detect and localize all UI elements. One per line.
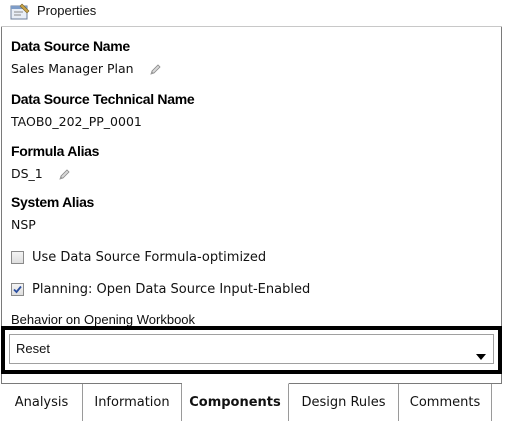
- properties-icon: [9, 2, 31, 22]
- data-source-name-value: Sales Manager Plan: [11, 61, 134, 76]
- system-alias-label: System Alias: [11, 194, 95, 210]
- behavior-dropdown-value: Reset: [16, 341, 50, 356]
- formula-alias-row: DS_1: [11, 166, 71, 182]
- checkmark-icon: [13, 285, 22, 294]
- input-enabled-checkbox-row[interactable]: Planning: Open Data Source Input-Enabled: [11, 282, 310, 297]
- input-enabled-label: Planning: Open Data Source Input-Enabled: [32, 282, 311, 297]
- tab-information[interactable]: Information: [83, 384, 182, 421]
- tab-design-rules[interactable]: Design Rules: [289, 384, 399, 421]
- input-enabled-checkbox[interactable]: [11, 283, 24, 296]
- behavior-dropdown[interactable]: Reset: [9, 334, 494, 364]
- tab-comments[interactable]: Comments: [399, 384, 492, 421]
- behavior-on-opening-label: Behavior on Opening Workbook: [11, 312, 196, 326]
- data-source-name-row: Sales Manager Plan: [11, 61, 162, 77]
- edit-pencil-icon[interactable]: [148, 63, 162, 77]
- formula-optimized-label: Use Data Source Formula-optimized: [32, 250, 267, 265]
- tab-bar: Analysis Information Components Design R…: [1, 383, 502, 421]
- highlight-box: Reset: [1, 326, 502, 374]
- formula-alias-label: Formula Alias: [11, 143, 100, 159]
- technical-name-label: Data Source Technical Name: [11, 91, 195, 107]
- formula-alias-value: DS_1: [11, 166, 43, 181]
- data-source-name-label: Data Source Name: [11, 38, 130, 54]
- panel-title: Properties: [37, 3, 97, 18]
- system-alias-value: NSP: [11, 217, 36, 232]
- panel-header: Properties: [1, 0, 502, 27]
- edit-pencil-icon[interactable]: [57, 168, 71, 182]
- formula-optimized-checkbox-row[interactable]: Use Data Source Formula-optimized: [11, 250, 266, 265]
- chevron-down-icon[interactable]: [476, 346, 486, 360]
- formula-optimized-checkbox[interactable]: [11, 251, 24, 264]
- tab-analysis[interactable]: Analysis: [1, 384, 83, 421]
- tab-components[interactable]: Components: [182, 383, 289, 421]
- technical-name-value: TAOB0_202_PP_0001: [11, 114, 142, 129]
